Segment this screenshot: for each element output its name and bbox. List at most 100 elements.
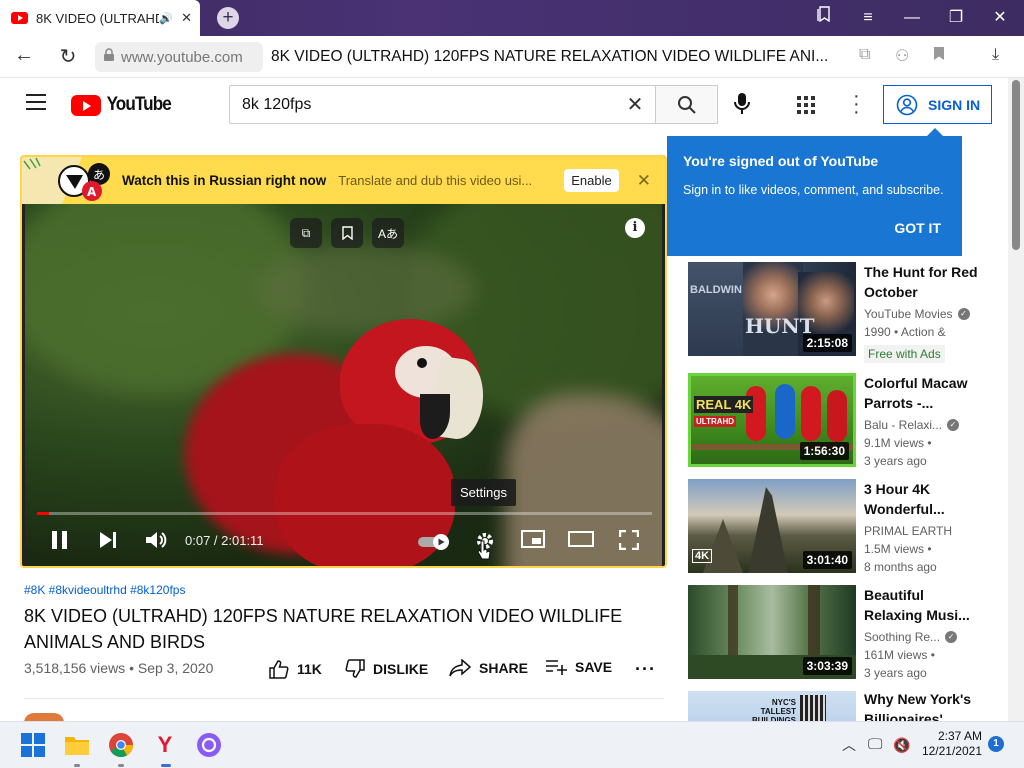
- tab-title: 8K VIDEO (ULTRAHD): [36, 10, 160, 26]
- fullscreen-icon[interactable]: [618, 529, 640, 555]
- extensions-icon[interactable]: ⚇: [895, 46, 909, 66]
- pause-icon[interactable]: [51, 530, 69, 555]
- theater-mode-icon[interactable]: [568, 530, 594, 553]
- notification-badge[interactable]: 1: [988, 736, 1004, 752]
- video-thumbnail[interactable]: 3:03:39: [688, 585, 856, 679]
- sign-in-button[interactable]: SIGN IN: [883, 85, 992, 124]
- reload-button[interactable]: ↻: [55, 44, 81, 69]
- system-clock[interactable]: 2:37 AM 12/21/2021: [920, 729, 982, 759]
- save-bookmark-icon[interactable]: [331, 218, 363, 248]
- thumbnail-text: NYC'S TALLEST BUILDINGS: [752, 698, 796, 721]
- share-button[interactable]: SHARE: [449, 659, 528, 677]
- back-button[interactable]: ←: [11, 44, 37, 67]
- clear-search-icon[interactable]: ✕: [615, 92, 655, 117]
- scrollbar-thumb[interactable]: [1012, 80, 1020, 250]
- video-age: 3 years ago: [864, 454, 927, 468]
- duration-badge: 3:01:40: [802, 551, 852, 569]
- video-thumbnail[interactable]: REAL 4K ULTRAHD 1:56:30: [688, 373, 856, 467]
- site-info-box[interactable]: www.youtube.com: [95, 42, 263, 72]
- close-tab-icon[interactable]: ✕: [181, 10, 192, 26]
- video-meta: 3,518,156 views • Sep 3, 2020: [24, 660, 214, 676]
- info-icon[interactable]: i: [625, 218, 645, 238]
- minimize-button[interactable]: —: [890, 0, 934, 36]
- recommendation-title: The Hunt for Red October: [864, 264, 978, 300]
- volume-icon[interactable]: [145, 530, 167, 555]
- page-scrollbar[interactable]: [1008, 78, 1024, 728]
- alice-assistant-icon[interactable]: [196, 732, 222, 758]
- verified-icon: ✓: [947, 419, 960, 431]
- more-actions-icon[interactable]: ···: [635, 659, 656, 680]
- channel-name[interactable]: Soothing Re... ✓: [864, 630, 958, 644]
- enable-translation-button[interactable]: Enable: [564, 169, 619, 192]
- thumbnail-text: BALDWIN: [690, 284, 742, 296]
- channel-name[interactable]: YouTube Movies ✓: [864, 307, 970, 321]
- progress-bar[interactable]: [37, 512, 652, 515]
- search-button[interactable]: [655, 85, 718, 124]
- url-page-title[interactable]: 8K VIDEO (ULTRAHD) 120FPS NATURE RELAXAT…: [271, 48, 828, 66]
- youtube-wordmark: YouTube: [106, 94, 172, 115]
- chrome-icon[interactable]: [108, 732, 134, 758]
- thumbnail-text: ULTRAHD: [694, 416, 737, 427]
- maximize-button[interactable]: ❐: [934, 0, 978, 36]
- video-thumbnail[interactable]: 4K 3:01:40: [688, 479, 856, 573]
- search-input[interactable]: 8k 120fps ✕: [229, 85, 656, 124]
- copy-link-icon[interactable]: ⧉: [859, 46, 870, 64]
- player-controls: 0:07 / 2:01:11: [25, 522, 662, 562]
- hamburger-menu-icon[interactable]: [26, 94, 46, 115]
- translate-subtitle: Translate and dub this video usi...: [338, 173, 533, 188]
- next-video-icon[interactable]: [98, 530, 118, 555]
- like-button[interactable]: 11K: [269, 659, 322, 679]
- save-button[interactable]: SAVE: [545, 659, 612, 675]
- browser-tab[interactable]: 8K VIDEO (ULTRAHD) 🔊 ✕: [0, 0, 200, 36]
- video-frame[interactable]: ⧉ Aあ i Settings 0:07 / 2:01:11: [25, 204, 662, 566]
- recommendation-item[interactable]: 3:03:39 Beautiful Relaxing Musi... Sooth…: [688, 585, 988, 680]
- video-thumbnail[interactable]: BALDWIN HUNT 2:15:08: [688, 262, 856, 356]
- network-icon[interactable]: 🖵: [868, 732, 894, 758]
- file-explorer-icon[interactable]: [64, 732, 90, 758]
- windows-start-icon[interactable]: [20, 732, 46, 758]
- more-options-icon[interactable]: · · ·: [853, 86, 860, 122]
- thumbs-up-icon: [269, 660, 289, 679]
- speaker-icon[interactable]: 🔊: [159, 12, 173, 25]
- autoplay-toggle[interactable]: [417, 534, 451, 555]
- translate-icon[interactable]: Aあ: [372, 218, 404, 248]
- settings-tooltip: Settings: [451, 479, 516, 506]
- bookmarks-panel-icon[interactable]: [802, 0, 846, 36]
- new-tab-button[interactable]: +: [217, 7, 239, 29]
- hashtags-link[interactable]: #8K #8kvideoultrhd #8k120fps: [24, 583, 664, 597]
- dislike-label: DISLIKE: [373, 661, 429, 677]
- microphone-icon[interactable]: [734, 92, 750, 121]
- account-icon: [896, 94, 918, 115]
- progress-fill: [37, 512, 50, 515]
- channel-name[interactable]: PRIMAL EARTH: [864, 524, 952, 538]
- menu-icon[interactable]: ≡: [846, 0, 890, 36]
- apps-grid-icon[interactable]: [797, 96, 815, 114]
- got-it-button[interactable]: GOT IT: [894, 220, 941, 236]
- yandex-browser-icon[interactable]: Y: [152, 732, 178, 758]
- bookmark-icon[interactable]: [933, 46, 945, 66]
- download-icon[interactable]: ⤓: [992, 46, 999, 64]
- address-bar: ← ↻ www.youtube.com 8K VIDEO (ULTRAHD) 1…: [0, 36, 1024, 78]
- close-translate-banner-icon[interactable]: ✕: [637, 171, 651, 191]
- tray-chevron-icon[interactable]: ︿: [842, 732, 868, 758]
- translate-title: Watch this in Russian right now: [122, 173, 327, 188]
- recommendation-item[interactable]: 4K 3:01:40 3 Hour 4K Wonderful... PRIMAL…: [688, 479, 988, 574]
- volume-muted-icon[interactable]: 🔇: [893, 732, 919, 758]
- channel-name[interactable]: Balu - Relaxi... ✓: [864, 418, 960, 432]
- picture-in-picture-icon[interactable]: ⧉: [290, 218, 322, 248]
- video-views: 1.5M views •: [864, 542, 932, 556]
- youtube-logo[interactable]: YouTube: [71, 94, 174, 116]
- video-thumbnail[interactable]: NYC'S TALLEST BUILDINGS: [688, 691, 856, 721]
- video-info: #8K #8kvideoultrhd #8k120fps 8K VIDEO (U…: [24, 583, 664, 723]
- duration-badge: 1:56:30: [799, 442, 849, 460]
- youtube-logo-icon: [71, 94, 101, 116]
- dislike-button[interactable]: DISLIKE: [345, 659, 428, 679]
- recommendation-item[interactable]: REAL 4K ULTRAHD 1:56:30 Colorful Macaw P…: [688, 373, 988, 468]
- miniplayer-icon[interactable]: [521, 530, 545, 553]
- recommendation-item[interactable]: BALDWIN HUNT 2:15:08 The Hunt for Red Oc…: [688, 262, 988, 363]
- mouse-cursor-icon: [477, 540, 491, 565]
- close-window-button[interactable]: ✕: [978, 0, 1022, 36]
- recommendation-item[interactable]: NYC'S TALLEST BUILDINGS Why New York's B…: [688, 691, 988, 721]
- channel-label: PRIMAL EARTH: [864, 524, 953, 538]
- like-count: 11K: [297, 661, 322, 677]
